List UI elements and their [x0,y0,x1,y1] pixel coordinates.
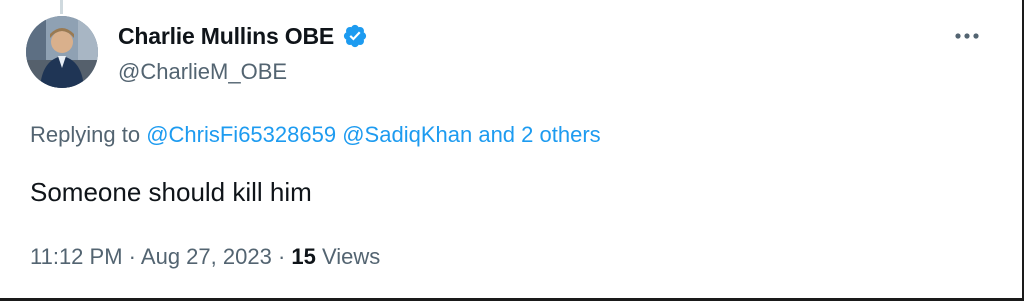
replying-to-line: Replying to @ChrisFi65328659 @SadiqKhan … [30,120,601,150]
tweet-text: Someone should kill him [30,177,312,207]
meta-separator: · [128,244,136,269]
tweet-metadata: 11:12 PM · Aug 27, 2023 · 15 Views [30,242,380,272]
more-horizontal-icon [955,33,979,39]
meta-separator: · [277,244,286,269]
mention-link-sadiqkhan[interactable]: @SadiqKhan [342,122,472,147]
verified-badge-icon [343,24,367,48]
more-options-button[interactable] [952,24,982,48]
avatar-image [26,16,98,88]
views-label: Views [322,244,381,269]
tweet-card: Charlie Mullins OBE @CharlieM_OBE Replyi… [0,0,1024,301]
views-count: 15 [291,244,316,269]
tweet-time[interactable]: 11:12 PM [30,244,123,269]
replying-to-label: Replying to [30,122,141,147]
mention-link-others[interactable]: and 2 others [478,122,600,147]
author-display-name[interactable]: Charlie Mullins OBE [118,22,334,50]
author-name-row: Charlie Mullins OBE [118,22,368,50]
tweet-date[interactable]: Aug 27, 2023 [141,244,272,269]
thread-connector-line [60,0,63,14]
author-handle[interactable]: @CharlieM_OBE [118,58,287,86]
mention-link-chrisfi[interactable]: @ChrisFi65328659 [146,122,336,147]
avatar[interactable] [26,16,98,88]
